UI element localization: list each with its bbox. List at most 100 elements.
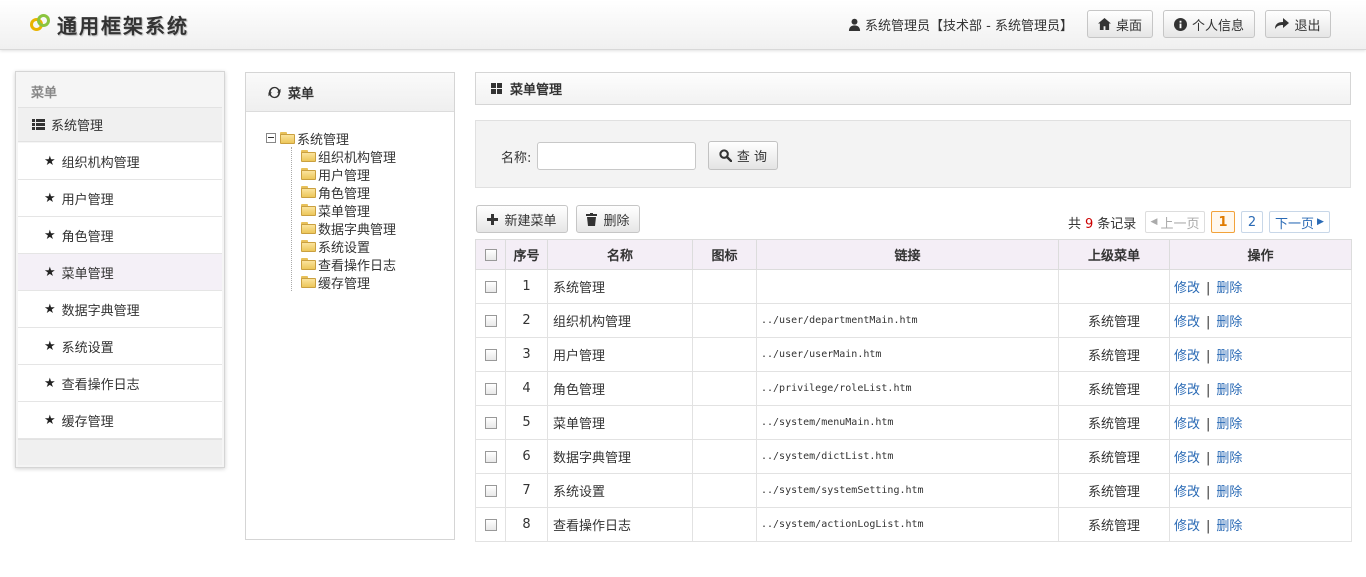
- delete-link[interactable]: 删除: [1216, 315, 1242, 330]
- tree-node[interactable]: 数据字典管理: [301, 219, 396, 238]
- delete-link[interactable]: 删除: [1216, 349, 1242, 364]
- icon-cell: [692, 405, 757, 440]
- icon-cell: [692, 371, 757, 406]
- seq-cell: 5: [505, 405, 548, 440]
- edit-link[interactable]: 修改: [1174, 417, 1200, 432]
- edit-link[interactable]: 修改: [1174, 349, 1200, 364]
- sidebar-item-roles[interactable]: ★ 角色管理: [18, 217, 222, 254]
- delete-link[interactable]: 删除: [1216, 485, 1242, 500]
- prev-page-button[interactable]: ◀ 上一页: [1145, 211, 1205, 233]
- folder-icon: [301, 168, 317, 180]
- table-header-row: 序号 名称 图标 链接 上级菜单 操作: [475, 239, 1352, 270]
- sidebar-item-menus[interactable]: ★ 菜单管理: [18, 254, 222, 291]
- sidebar-group-label: 系统管理: [51, 119, 104, 134]
- delete-link[interactable]: 删除: [1216, 417, 1242, 432]
- tree-node[interactable]: 菜单管理: [301, 201, 396, 220]
- row-checkbox[interactable]: [484, 484, 497, 497]
- edit-link[interactable]: 修改: [1174, 485, 1200, 500]
- menu-tree-panel: 菜单 系统管理 组织机构管理 用户管理 角色管理 菜单管理 数据字典管理 系统设…: [245, 72, 455, 540]
- tree-node-label: 用户管理: [318, 168, 371, 184]
- row-checkbox[interactable]: [484, 416, 497, 429]
- sidebar-item-users[interactable]: ★ 用户管理: [18, 180, 222, 217]
- logo-rings-icon: [30, 13, 52, 35]
- seq-cell: 8: [505, 507, 548, 542]
- edit-link[interactable]: 修改: [1174, 383, 1200, 398]
- list-icon: [32, 119, 45, 130]
- menu-table: 序号 名称 图标 链接 上级菜单 操作 1 系统管理 修改 | 删除 2 组织机构管理 ../…: [475, 239, 1352, 542]
- seq-cell: 1: [505, 269, 548, 304]
- row-checkbox[interactable]: [484, 314, 497, 327]
- name-search-input[interactable]: [537, 142, 696, 170]
- refresh-icon[interactable]: [268, 86, 281, 99]
- operation-cell: 修改 | 删除: [1169, 405, 1352, 440]
- seq-cell: 3: [505, 337, 548, 372]
- page-number: 2: [1247, 214, 1257, 230]
- desktop-button[interactable]: 桌面: [1087, 10, 1153, 38]
- search-button[interactable]: 查 询: [708, 141, 778, 170]
- sidebar-item-label: 组织机构管理: [61, 155, 140, 171]
- grid-icon: [491, 83, 502, 94]
- sidebar-group-system[interactable]: 系统管理: [18, 107, 222, 142]
- delete-link[interactable]: 删除: [1216, 281, 1242, 296]
- edit-link[interactable]: 修改: [1174, 315, 1200, 330]
- delete-link[interactable]: 删除: [1216, 519, 1242, 534]
- tree-node[interactable]: 用户管理: [301, 165, 396, 184]
- logout-button[interactable]: 退出: [1265, 10, 1331, 38]
- tree-node[interactable]: 系统设置: [301, 237, 396, 256]
- page-2-button[interactable]: 2: [1241, 211, 1263, 233]
- folder-icon: [301, 204, 317, 216]
- folder-icon: [301, 258, 317, 270]
- row-select-cell: [475, 507, 506, 542]
- current-user-label: 系统管理员【技术部 - 系统管理员】: [865, 19, 1073, 34]
- seq-cell: 2: [505, 303, 548, 338]
- link-cell: ../user/departmentMain.htm: [756, 303, 1059, 338]
- row-checkbox[interactable]: [484, 518, 497, 531]
- row-select-cell: [475, 303, 506, 338]
- parent-cell: 系统管理: [1058, 473, 1170, 508]
- row-select-cell: [475, 439, 506, 474]
- tree-node[interactable]: 查看操作日志: [301, 255, 397, 274]
- tree-node[interactable]: 角色管理: [301, 183, 396, 202]
- delete-button[interactable]: 删除: [576, 205, 640, 233]
- delete-link[interactable]: 删除: [1216, 451, 1242, 466]
- home-icon: [1098, 18, 1111, 30]
- row-checkbox[interactable]: [484, 382, 497, 395]
- sidebar-item-settings[interactable]: ★ 系统设置: [18, 328, 222, 365]
- row-checkbox[interactable]: [484, 280, 497, 293]
- sidebar-item-cache[interactable]: ★ 缓存管理: [18, 402, 222, 439]
- collapse-icon[interactable]: [266, 133, 276, 143]
- sidebar-item-logs[interactable]: ★ 查看操作日志: [18, 365, 222, 402]
- app-title: 通用框架系统: [57, 13, 189, 38]
- sidebar-item-label: 菜单管理: [61, 266, 114, 282]
- edit-link[interactable]: 修改: [1174, 451, 1200, 466]
- next-page-button[interactable]: 下一页 ▶: [1269, 211, 1330, 233]
- star-icon: ★: [44, 227, 56, 243]
- trash-icon: [586, 212, 598, 226]
- delete-link[interactable]: 删除: [1216, 383, 1242, 398]
- record-count: 共 9 条记录: [1068, 213, 1136, 232]
- folder-icon: [301, 186, 317, 198]
- tree-node-label: 查看操作日志: [318, 258, 397, 274]
- tree-node-root[interactable]: 系统管理: [266, 129, 396, 148]
- seq-cell: 6: [505, 439, 548, 474]
- row-checkbox[interactable]: [484, 450, 497, 463]
- op-separator: |: [1206, 315, 1211, 330]
- row-select-cell: [475, 337, 506, 372]
- sidebar-item-org[interactable]: ★ 组织机构管理: [18, 143, 222, 180]
- table-row: 6 数据字典管理 ../system/dictList.htm 系统管理 修改 | 删除: [475, 439, 1352, 474]
- tree-node[interactable]: 组织机构管理: [301, 147, 396, 166]
- page-1-button[interactable]: 1: [1211, 211, 1235, 233]
- sidebar-item-label: 缓存管理: [61, 414, 114, 430]
- sidebar-item-dict[interactable]: ★ 数据字典管理: [18, 291, 222, 328]
- sidebar-item-label: 用户管理: [61, 192, 114, 208]
- profile-button[interactable]: 个人信息: [1163, 10, 1255, 38]
- edit-link[interactable]: 修改: [1174, 519, 1200, 534]
- parent-cell: 系统管理: [1058, 337, 1170, 372]
- new-menu-button[interactable]: 新建菜单: [476, 205, 568, 233]
- tree-node[interactable]: 缓存管理: [301, 273, 396, 292]
- row-select-cell: [475, 405, 506, 440]
- select-all-checkbox[interactable]: [484, 248, 497, 261]
- row-checkbox[interactable]: [484, 348, 497, 361]
- page-number: 1: [1218, 214, 1228, 230]
- edit-link[interactable]: 修改: [1174, 281, 1200, 296]
